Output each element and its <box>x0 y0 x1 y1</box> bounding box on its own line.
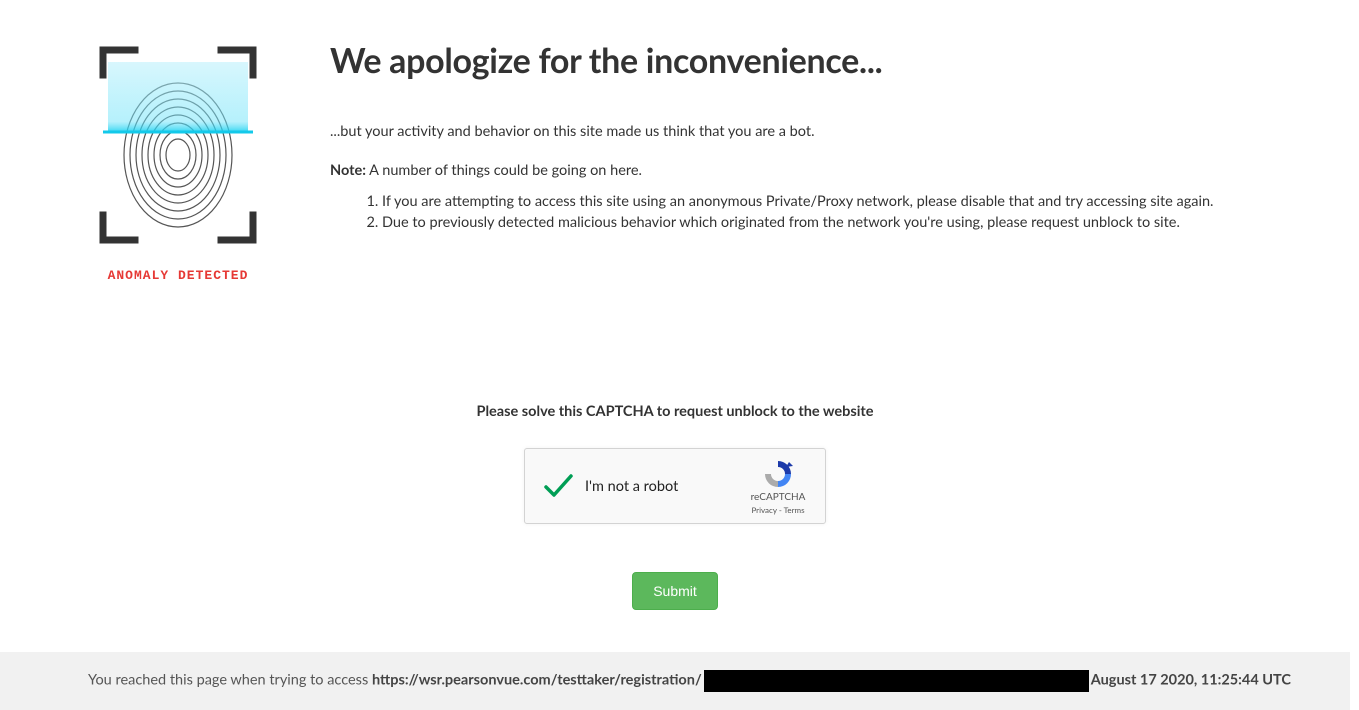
recaptcha-links: Privacy - Terms <box>743 505 813 515</box>
note-line: Note: A number of things could be going … <box>330 162 1290 179</box>
recaptcha-checkmark-icon <box>539 467 577 505</box>
footer-bar: You reached this page when trying to acc… <box>0 652 1350 710</box>
footer-prefix: You reached this page when trying to acc… <box>88 672 372 689</box>
main-container: ANOMALY DETECTED We apologize for the in… <box>0 0 1350 283</box>
note-rest: A number of things could be going on her… <box>366 162 642 179</box>
page-title: We apologize for the inconvenience... <box>330 40 1290 81</box>
footer-url: https://wsr.pearsonvue.com/testtaker/reg… <box>372 672 702 689</box>
captcha-title: Please solve this CAPTCHA to request unb… <box>0 403 1350 420</box>
reasons-list: If you are attempting to access this sit… <box>330 191 1290 233</box>
content-column: We apologize for the inconvenience... ..… <box>330 40 1350 243</box>
recaptcha-logo-icon <box>762 458 794 490</box>
note-label: Note: <box>330 162 366 179</box>
reason-item: Due to previously detected malicious beh… <box>382 212 1290 233</box>
fingerprint-scan-icon <box>93 40 263 250</box>
intro-text: ...but your activity and behavior on thi… <box>330 123 1290 140</box>
recaptcha-brand: reCAPTCHA Privacy - Terms <box>743 458 813 515</box>
captcha-section: Please solve this CAPTCHA to request unb… <box>0 403 1350 610</box>
anomaly-logo-column: ANOMALY DETECTED <box>88 40 268 283</box>
recaptcha-label: I'm not a robot <box>585 478 743 495</box>
recaptcha-brand-text: reCAPTCHA <box>743 492 813 503</box>
recaptcha-widget[interactable]: I'm not a robot reCAPTCHA Privacy - Term… <box>524 448 826 524</box>
redacted-block <box>704 670 1089 692</box>
footer-timestamp: August 17 2020, 11:25:44 UTC <box>1091 672 1291 689</box>
reason-item: If you are attempting to access this sit… <box>382 191 1290 212</box>
recaptcha-terms-link[interactable]: Terms <box>784 505 805 515</box>
anomaly-detected-label: ANOMALY DETECTED <box>108 268 249 283</box>
submit-button[interactable]: Submit <box>632 572 718 610</box>
recaptcha-privacy-link[interactable]: Privacy <box>751 505 776 515</box>
